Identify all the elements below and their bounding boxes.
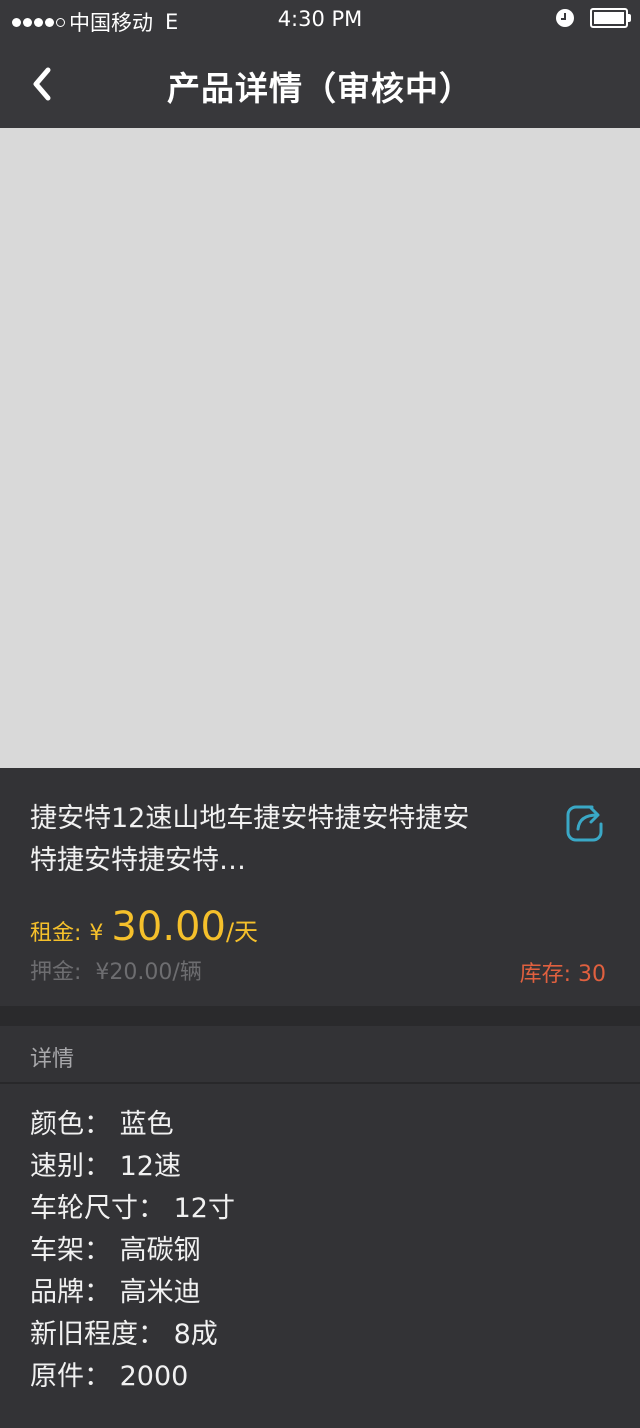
rent-unit: /天 xyxy=(225,918,259,946)
rent-amount: 30.00 xyxy=(111,904,226,950)
spec-speed: 速别： 12速 xyxy=(30,1151,181,1182)
spec-wheel-size: 车轮尺寸： 12寸 xyxy=(30,1193,235,1224)
share-icon xyxy=(566,805,603,842)
deposit-label: 押金: xyxy=(30,960,82,985)
status-time: 4:30 PM xyxy=(277,7,363,31)
stock-count: 库存: 30 xyxy=(519,962,606,987)
rent-price: 租金: ¥ 30.00 /天 xyxy=(30,904,258,950)
spec-original-price: 原件： 2000 xyxy=(30,1361,189,1392)
share-button[interactable] xyxy=(564,802,606,844)
section-divider xyxy=(0,1006,640,1026)
details-header: 详情 xyxy=(0,1026,640,1084)
alarm-clock-icon xyxy=(556,9,574,27)
details-title: 详情 xyxy=(30,1047,75,1072)
spec-list: 颜色： 蓝色 速别： 12速 车轮尺寸： 12寸 车架： 高碳钢 品牌： 高米迪… xyxy=(30,1104,235,1398)
status-right xyxy=(556,8,631,28)
spec-condition: 新旧程度： 8成 xyxy=(30,1319,218,1350)
product-info: 捷安特12速山地车捷安特捷安特捷安 特捷安特捷安特… 租金: ¥ 30.00 /… xyxy=(0,768,640,1006)
deposit-price: 押金: ¥20.00/辆 xyxy=(30,954,202,986)
spec-brand: 品牌： 高米迪 xyxy=(30,1277,201,1308)
product-name-line1: 捷安特12速山地车捷安特捷安特捷安 xyxy=(30,803,470,834)
spec-color: 颜色： 蓝色 xyxy=(30,1109,174,1140)
product-name: 捷安特12速山地车捷安特捷安特捷安 特捷安特捷安特… xyxy=(30,798,530,882)
page-title: 产品详情（审核中） xyxy=(167,69,473,108)
rent-label: 租金: xyxy=(30,921,82,946)
deposit-value: ¥20.00/辆 xyxy=(95,960,202,985)
status-bar: 中国移动 E 4:30 PM xyxy=(0,0,640,40)
spec-frame: 车架： 高碳钢 xyxy=(30,1235,201,1266)
product-name-line2: 特捷安特捷安特… xyxy=(30,845,246,876)
battery-icon xyxy=(590,8,631,28)
nav-bar: 产品详情（审核中） xyxy=(0,40,640,128)
rent-currency: ¥ xyxy=(89,921,104,946)
product-image[interactable] xyxy=(0,128,640,768)
